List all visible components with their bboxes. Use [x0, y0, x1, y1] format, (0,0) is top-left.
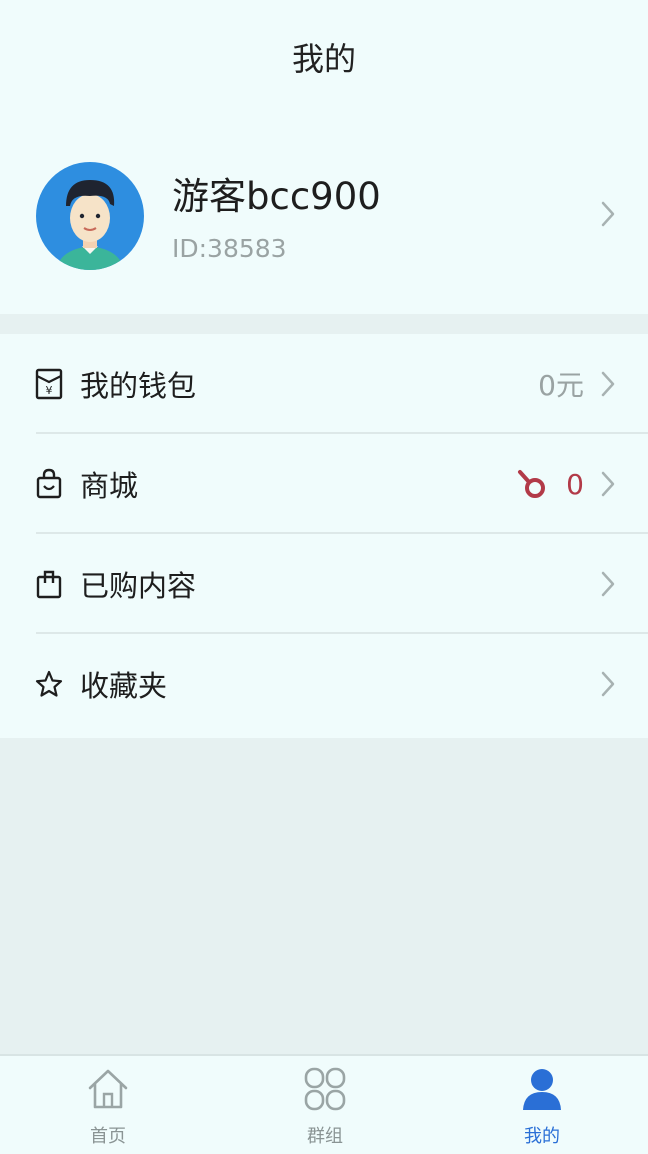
coin-balance: 0	[566, 467, 584, 501]
star-icon	[34, 668, 64, 700]
purchased-bag-icon	[34, 568, 64, 600]
tab-label: 我的	[524, 1126, 560, 1147]
menu-item-label: 商城	[80, 469, 139, 503]
group-icon	[303, 1066, 347, 1112]
menu-item-label: 收藏夹	[80, 669, 168, 703]
top-bar: 我的	[0, 0, 648, 120]
tab-home[interactable]: 首页	[48, 1056, 168, 1152]
tab-label: 群组	[307, 1126, 343, 1147]
menu-item-wallet[interactable]: ¥ 我的钱包 0元	[0, 334, 648, 434]
tab-mine[interactable]: 我的	[482, 1056, 602, 1152]
shopping-bag-icon	[34, 468, 64, 500]
chevron-right-icon	[601, 201, 615, 227]
wallet-balance: 0元	[538, 369, 584, 402]
avatar	[36, 154, 144, 272]
tab-label: 首页	[90, 1126, 126, 1147]
username: 游客bcc900	[172, 175, 381, 218]
coin-icon	[518, 470, 545, 498]
chevron-right-icon	[601, 471, 615, 497]
chevron-right-icon	[601, 571, 615, 597]
page-title: 我的	[291, 40, 356, 78]
menu-item-label: 我的钱包	[80, 369, 197, 403]
wallet-icon: ¥	[34, 368, 64, 400]
menu-item-favorites[interactable]: 收藏夹	[0, 634, 648, 734]
menu-item-purchased[interactable]: 已购内容	[0, 534, 648, 634]
menu-item-mall[interactable]: 商城 0	[0, 434, 648, 534]
menu-list: ¥ 我的钱包 0元 商城 0 已购内容 收藏夹	[0, 334, 648, 738]
home-icon	[86, 1066, 130, 1112]
tab-groups[interactable]: 群组	[265, 1056, 385, 1152]
svg-text:¥: ¥	[46, 384, 53, 397]
chevron-right-icon	[601, 371, 615, 397]
chevron-right-icon	[601, 671, 615, 697]
profile-card[interactable]: 游客bcc900 ID:38583	[0, 120, 648, 314]
profile-icon	[520, 1066, 564, 1112]
user-id: ID:38583	[172, 234, 287, 263]
bottom-tab-bar: 首页 群组 我的	[0, 1054, 648, 1154]
menu-item-label: 已购内容	[80, 569, 197, 603]
